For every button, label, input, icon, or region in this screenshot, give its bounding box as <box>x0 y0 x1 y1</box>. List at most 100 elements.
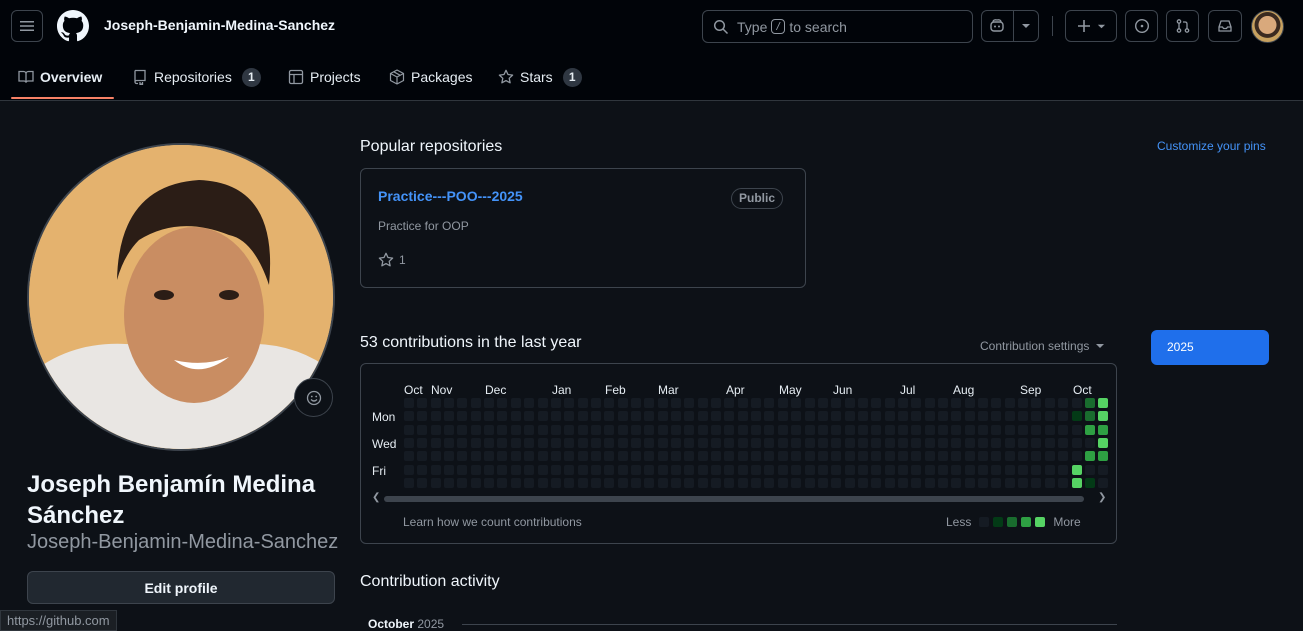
contribution-day-cell[interactable] <box>871 451 882 462</box>
contribution-day-cell[interactable] <box>1031 424 1042 435</box>
contribution-day-cell[interactable] <box>1044 398 1055 408</box>
contribution-day-cell[interactable] <box>524 451 535 462</box>
contribution-day-cell[interactable] <box>577 438 588 449</box>
contribution-day-cell[interactable] <box>537 424 548 435</box>
contribution-day-cell[interactable] <box>737 398 748 408</box>
contribution-day-cell[interactable] <box>497 411 508 422</box>
contribution-day-cell[interactable] <box>1004 478 1015 489</box>
contribution-day-cell[interactable] <box>964 411 975 422</box>
pull-requests-button[interactable] <box>1166 10 1199 42</box>
contribution-day-cell[interactable] <box>457 464 468 475</box>
contribution-day-cell[interactable] <box>550 438 561 449</box>
contribution-day-cell[interactable] <box>871 398 882 408</box>
contribution-day-cell[interactable] <box>844 411 855 422</box>
contribution-day-cell[interactable] <box>1058 451 1069 462</box>
contribution-day-cell[interactable] <box>791 411 802 422</box>
contribution-day-cell[interactable] <box>724 411 735 422</box>
contribution-day-cell[interactable] <box>1058 424 1069 435</box>
contribution-day-cell[interactable] <box>657 438 668 449</box>
contribution-day-cell[interactable] <box>1098 398 1109 408</box>
contribution-day-cell[interactable] <box>871 438 882 449</box>
contribution-day-cell[interactable] <box>831 424 842 435</box>
contribution-day-cell[interactable] <box>444 478 455 489</box>
contribution-day-cell[interactable] <box>911 411 922 422</box>
contribution-day-cell[interactable] <box>1058 411 1069 422</box>
contribution-day-cell[interactable] <box>844 424 855 435</box>
contribution-day-cell[interactable] <box>444 398 455 408</box>
contribution-day-cell[interactable] <box>871 424 882 435</box>
contribution-day-cell[interactable] <box>564 464 575 475</box>
contribution-day-cell[interactable] <box>470 438 481 449</box>
contribution-day-cell[interactable] <box>1084 438 1095 449</box>
contribution-day-cell[interactable] <box>711 451 722 462</box>
contribution-day-cell[interactable] <box>1031 411 1042 422</box>
contribution-day-cell[interactable] <box>1018 464 1029 475</box>
contribution-day-cell[interactable] <box>537 451 548 462</box>
contribution-day-cell[interactable] <box>724 464 735 475</box>
contribution-day-cell[interactable] <box>777 411 788 422</box>
contribution-day-cell[interactable] <box>951 398 962 408</box>
contribution-day-cell[interactable] <box>470 424 481 435</box>
contribution-day-cell[interactable] <box>510 438 521 449</box>
contribution-day-cell[interactable] <box>1004 451 1015 462</box>
contribution-day-cell[interactable] <box>857 451 868 462</box>
contribution-day-cell[interactable] <box>751 464 762 475</box>
contribution-day-cell[interactable] <box>938 438 948 449</box>
contribution-day-cell[interactable] <box>444 438 455 449</box>
contribution-day-cell[interactable] <box>884 411 895 422</box>
contribution-day-cell[interactable] <box>831 398 842 408</box>
contribution-day-cell[interactable] <box>510 424 521 435</box>
repo-name-link[interactable]: Practice---POO---2025 <box>378 188 523 204</box>
contribution-day-cell[interactable] <box>697 464 708 475</box>
contribution-day-cell[interactable] <box>457 478 468 489</box>
contribution-day-cell[interactable] <box>524 478 535 489</box>
contribution-day-cell[interactable] <box>844 464 855 475</box>
contribution-day-cell[interactable] <box>751 438 762 449</box>
contribution-day-cell[interactable] <box>590 411 601 422</box>
contribution-day-cell[interactable] <box>737 411 748 422</box>
contribution-day-cell[interactable] <box>604 424 615 435</box>
contribution-day-cell[interactable] <box>644 438 655 449</box>
contribution-day-cell[interactable] <box>951 411 962 422</box>
contribution-day-cell[interactable] <box>951 438 962 449</box>
contribution-day-cell[interactable] <box>484 438 495 449</box>
contribution-day-cell[interactable] <box>978 464 989 475</box>
contribution-day-cell[interactable] <box>964 424 975 435</box>
contribution-day-cell[interactable] <box>791 424 802 435</box>
contribution-day-cell[interactable] <box>964 398 975 408</box>
contribution-day-cell[interactable] <box>404 478 414 489</box>
contribution-day-cell[interactable] <box>924 411 935 422</box>
contribution-day-cell[interactable] <box>417 438 428 449</box>
contribution-day-cell[interactable] <box>844 398 855 408</box>
contribution-day-cell[interactable] <box>497 451 508 462</box>
contribution-day-cell[interactable] <box>577 451 588 462</box>
scroll-right-icon[interactable]: ❯ <box>1098 492 1106 503</box>
contribution-day-cell[interactable] <box>644 451 655 462</box>
contribution-day-cell[interactable] <box>684 438 695 449</box>
contribution-day-cell[interactable] <box>991 398 1002 408</box>
contribution-day-cell[interactable] <box>884 398 895 408</box>
contribution-day-cell[interactable] <box>671 398 681 408</box>
contribution-day-cell[interactable] <box>791 464 802 475</box>
contribution-day-cell[interactable] <box>697 424 708 435</box>
contribution-day-cell[interactable] <box>564 451 575 462</box>
contribution-day-cell[interactable] <box>764 438 775 449</box>
contribution-day-cell[interactable] <box>550 478 561 489</box>
contribution-day-cell[interactable] <box>1098 411 1109 422</box>
contribution-day-cell[interactable] <box>711 424 722 435</box>
contribution-day-cell[interactable] <box>524 424 535 435</box>
contribution-day-cell[interactable] <box>537 464 548 475</box>
contribution-day-cell[interactable] <box>577 424 588 435</box>
contribution-day-cell[interactable] <box>978 424 989 435</box>
contribution-day-cell[interactable] <box>924 451 935 462</box>
contribution-day-cell[interactable] <box>924 478 935 489</box>
contribution-day-cell[interactable] <box>764 464 775 475</box>
contribution-day-cell[interactable] <box>1058 398 1069 408</box>
contribution-day-cell[interactable] <box>897 478 908 489</box>
contribution-day-cell[interactable] <box>564 398 575 408</box>
contribution-day-cell[interactable] <box>911 464 922 475</box>
contribution-day-cell[interactable] <box>831 438 842 449</box>
contribution-day-cell[interactable] <box>1058 464 1069 475</box>
contribution-day-cell[interactable] <box>737 451 748 462</box>
contribution-day-cell[interactable] <box>510 464 521 475</box>
